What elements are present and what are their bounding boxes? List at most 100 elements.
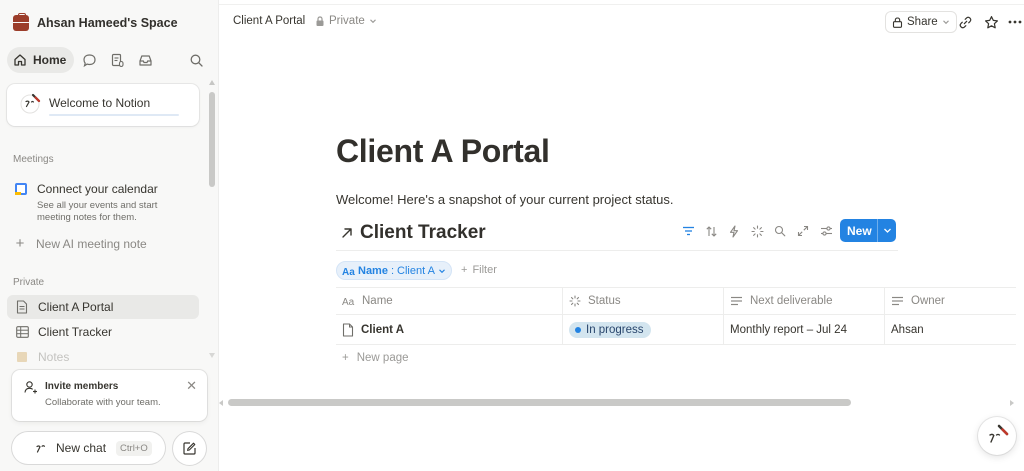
- workspace-name: Ahsan Hameed's Space: [37, 16, 178, 30]
- chevron-down-icon: [883, 228, 891, 233]
- topbar: Client A Portal Private Share: [219, 0, 1024, 44]
- scroll-down-arrow-icon[interactable]: [209, 353, 215, 358]
- column-label: Next deliverable: [750, 295, 833, 307]
- briefcase-icon: [13, 13, 29, 31]
- title-property-icon: Aa: [342, 297, 355, 306]
- home-icon: [14, 54, 26, 66]
- new-chat-shortcut: Ctrl+O: [116, 440, 152, 456]
- status-badge-text: In progress: [586, 323, 644, 336]
- filter-button[interactable]: [680, 223, 696, 239]
- copy-link-button[interactable]: [956, 13, 974, 31]
- search-button[interactable]: [183, 47, 209, 73]
- column-header-next-deliverable[interactable]: Next deliverable: [723, 288, 884, 314]
- sort-button[interactable]: [703, 223, 719, 239]
- sidebar-nav: Home: [7, 46, 213, 74]
- table-horizontal-scrollbar[interactable]: [219, 398, 1024, 408]
- meeting-notes-icon: [111, 53, 124, 67]
- settings-button[interactable]: [818, 223, 834, 239]
- lightning-icon: [729, 224, 739, 238]
- column-header-name[interactable]: Aa Name: [336, 288, 562, 314]
- database-search-button[interactable]: [772, 223, 788, 239]
- new-entry-button[interactable]: New: [840, 219, 896, 242]
- favorite-button[interactable]: [982, 13, 1000, 31]
- scrollbar-thumb[interactable]: [228, 399, 851, 406]
- filter-colon: :: [390, 264, 395, 277]
- scroll-up-arrow-icon[interactable]: [209, 80, 215, 85]
- share-button[interactable]: Share: [885, 11, 957, 33]
- cell-name[interactable]: Client A: [336, 315, 562, 344]
- notion-ai-assistant-button[interactable]: [978, 417, 1016, 455]
- filter-property-label: Name: [358, 264, 388, 277]
- automations-button[interactable]: [726, 223, 742, 239]
- expand-button[interactable]: [795, 223, 811, 239]
- home-label: Home: [33, 53, 67, 67]
- new-options-button[interactable]: [878, 226, 896, 235]
- chevron-down-icon: [439, 268, 445, 273]
- lock-icon: [892, 16, 903, 28]
- cell-next-deliverable[interactable]: Monthly report – Jul 24: [723, 315, 884, 344]
- chevron-down-icon: [369, 19, 376, 24]
- column-header-status[interactable]: Status: [562, 288, 723, 314]
- cell-status[interactable]: In progress: [562, 315, 723, 344]
- scroll-right-arrow-icon[interactable]: [1010, 400, 1014, 406]
- close-icon[interactable]: ✕: [186, 378, 197, 394]
- scrollbar-thumb[interactable]: [209, 92, 215, 187]
- welcome-card[interactable]: Welcome to Notion: [7, 84, 199, 126]
- new-page-button[interactable]: + New page: [342, 352, 409, 364]
- breadcrumb[interactable]: Client A Portal: [233, 15, 305, 27]
- column-label: Status: [588, 295, 621, 307]
- column-header-owner[interactable]: Owner: [884, 288, 1016, 314]
- private-section-label: Private: [13, 277, 45, 288]
- invite-members-card[interactable]: Invite members Collaborate with your tea…: [12, 370, 207, 421]
- add-filter-label: Filter: [472, 264, 497, 276]
- ai-autofill-button[interactable]: [749, 223, 765, 239]
- more-options-button[interactable]: [1006, 13, 1024, 31]
- privacy-dropdown[interactable]: Private: [315, 15, 377, 27]
- chat-bubble-icon: [83, 53, 96, 67]
- text-property-icon: [731, 296, 742, 306]
- table-row[interactable]: Client A In progress Monthly report – Ju…: [336, 315, 1016, 345]
- sidebar-item-client-tracker[interactable]: Client Tracker: [7, 320, 199, 344]
- new-ai-meeting-note-button[interactable]: + New AI meeting note: [14, 235, 147, 252]
- workspace-switcher[interactable]: Ahsan Hameed's Space: [13, 13, 178, 32]
- meetings-button[interactable]: [104, 47, 130, 73]
- page-icon: [342, 322, 354, 337]
- cell-owner-text: Ahsan: [891, 323, 924, 336]
- invite-members-title: Invite members: [45, 381, 119, 392]
- page-title[interactable]: Client A Portal: [336, 133, 550, 170]
- sparkle-loading-icon: [750, 224, 764, 238]
- cell-owner[interactable]: Ahsan: [884, 315, 1016, 344]
- new-chat-label: New chat: [56, 441, 107, 455]
- sidebar: Ahsan Hameed's Space Home Welcome to Not…: [0, 0, 219, 471]
- table-header-row: Aa Name Status Next deliverable Owner: [336, 287, 1016, 315]
- active-filter-chip[interactable]: Aa Name: Client A: [336, 261, 452, 280]
- note-icon: [15, 350, 29, 364]
- sidebar-item-label: Client Tracker: [38, 325, 113, 339]
- new-entry-label: New: [847, 223, 872, 238]
- new-chat-button[interactable]: New chat Ctrl+O: [12, 432, 165, 464]
- filter-icon: [682, 226, 694, 236]
- invite-members-description: Collaborate with your team.: [45, 397, 161, 408]
- inbox-button[interactable]: [132, 47, 158, 73]
- database-header-divider: [336, 250, 898, 251]
- status-badge: In progress: [569, 321, 651, 338]
- compose-button[interactable]: [173, 432, 206, 465]
- scroll-left-arrow-icon[interactable]: [219, 400, 223, 406]
- notion-assistant-face-icon: [989, 424, 1009, 443]
- home-button[interactable]: Home: [7, 47, 75, 73]
- page-intro-text[interactable]: Welcome! Here's a snapshot of your curre…: [336, 192, 674, 207]
- sidebar-item-notes[interactable]: Notes: [7, 345, 199, 369]
- sidebar-item-label: Notes: [38, 350, 70, 364]
- plus-icon: +: [15, 235, 25, 252]
- new-ai-meeting-note-label: New AI meeting note: [36, 237, 147, 251]
- welcome-label: Welcome to Notion: [49, 96, 151, 110]
- sidebar-scrollbar[interactable]: [208, 80, 216, 370]
- share-label: Share: [907, 16, 938, 28]
- add-filter-button[interactable]: + Filter: [461, 264, 497, 276]
- expand-icon: [797, 225, 809, 237]
- connect-calendar-title: Connect your calendar: [37, 182, 158, 196]
- database-title[interactable]: Client Tracker: [340, 222, 486, 244]
- chat-bubble-button[interactable]: [76, 47, 102, 73]
- search-icon: [774, 225, 786, 237]
- sidebar-item-client-a-portal[interactable]: Client A Portal: [7, 295, 199, 319]
